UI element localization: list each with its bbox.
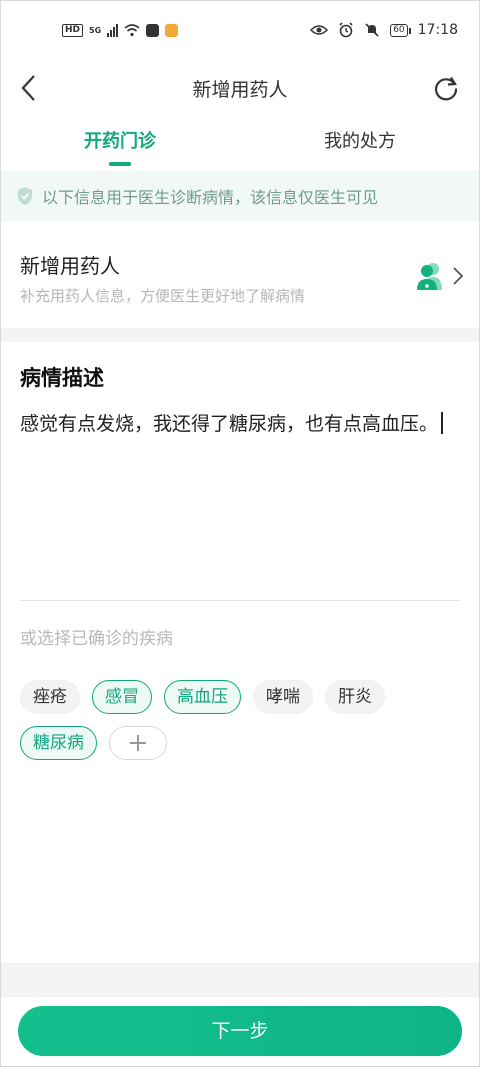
disease-tag-cold[interactable]: 感冒	[92, 680, 152, 714]
text-cursor	[441, 412, 444, 434]
refresh-button[interactable]	[430, 72, 462, 104]
description-textarea[interactable]: 感觉有点发烧，我还得了糖尿病，也有点高血压。	[20, 406, 460, 442]
add-disease-button[interactable]	[109, 726, 167, 760]
disease-tags: 痤疮 感冒 高血压 哮喘 肝炎 糖尿病	[20, 680, 460, 760]
patient-icons	[414, 260, 464, 292]
refresh-icon	[434, 76, 458, 101]
add-patient-subtitle: 补充用药人信息，方便医生更好地了解病情	[20, 287, 306, 305]
back-button[interactable]	[14, 72, 46, 104]
disease-tag-diabetes[interactable]: 糖尿病	[20, 726, 97, 760]
app-notification-icon-2	[165, 23, 179, 37]
tab-prescription-clinic[interactable]: 开药门诊	[0, 120, 240, 168]
add-patient-title: 新增用药人	[20, 254, 120, 278]
back-arrow-icon	[21, 75, 35, 101]
eye-icon	[310, 25, 329, 35]
divider	[20, 600, 460, 601]
notice-text: 以下信息用于医生诊断病情，该信息仅医生可见	[42, 188, 379, 207]
shield-check-icon	[18, 187, 32, 205]
status-bar: HD 5G 60 17:18	[0, 0, 480, 60]
disease-tag-asthma[interactable]: 哮喘	[253, 680, 313, 714]
choose-disease-label: 或选择已确诊的疾病	[20, 629, 173, 649]
chevron-right-icon	[453, 267, 464, 285]
status-right: 60 17:18	[310, 22, 458, 38]
tab-label: 开药门诊	[84, 131, 156, 152]
app-notification-icon	[146, 23, 160, 37]
signal-icon	[107, 23, 119, 37]
description-heading: 病情描述	[20, 366, 104, 390]
add-patient-row[interactable]: 新增用药人 补充用药人信息，方便医生更好地了解病情	[0, 236, 480, 316]
hd-badge: HD	[62, 23, 84, 37]
description-text: 感觉有点发烧，我还得了糖尿病，也有点高血压。	[20, 413, 439, 435]
battery-icon: 60	[390, 23, 412, 37]
active-tab-indicator	[109, 162, 131, 166]
nav-bar: 新增用药人	[0, 60, 480, 116]
disease-tag-acne[interactable]: 痤疮	[20, 680, 80, 714]
status-time: 17:18	[417, 22, 458, 38]
tab-bar: 开药门诊 我的处方	[0, 120, 480, 168]
status-left: HD 5G	[62, 23, 179, 37]
tab-my-prescriptions[interactable]: 我的处方	[240, 120, 480, 168]
mute-icon	[365, 23, 379, 37]
add-patient-icon	[417, 263, 442, 290]
tab-label: 我的处方	[324, 131, 396, 152]
privacy-notice: 以下信息用于医生诊断病情，该信息仅医生可见	[0, 171, 480, 221]
network-type: 5G	[89, 25, 102, 35]
disease-tag-hypertension[interactable]: 高血压	[164, 680, 241, 714]
disease-tag-hepatitis[interactable]: 肝炎	[325, 680, 385, 714]
next-step-button[interactable]: 下一步	[18, 1006, 462, 1056]
section-divider	[0, 328, 480, 342]
alarm-icon	[339, 22, 353, 38]
wifi-icon	[124, 24, 140, 37]
page-title: 新增用药人	[192, 78, 288, 101]
